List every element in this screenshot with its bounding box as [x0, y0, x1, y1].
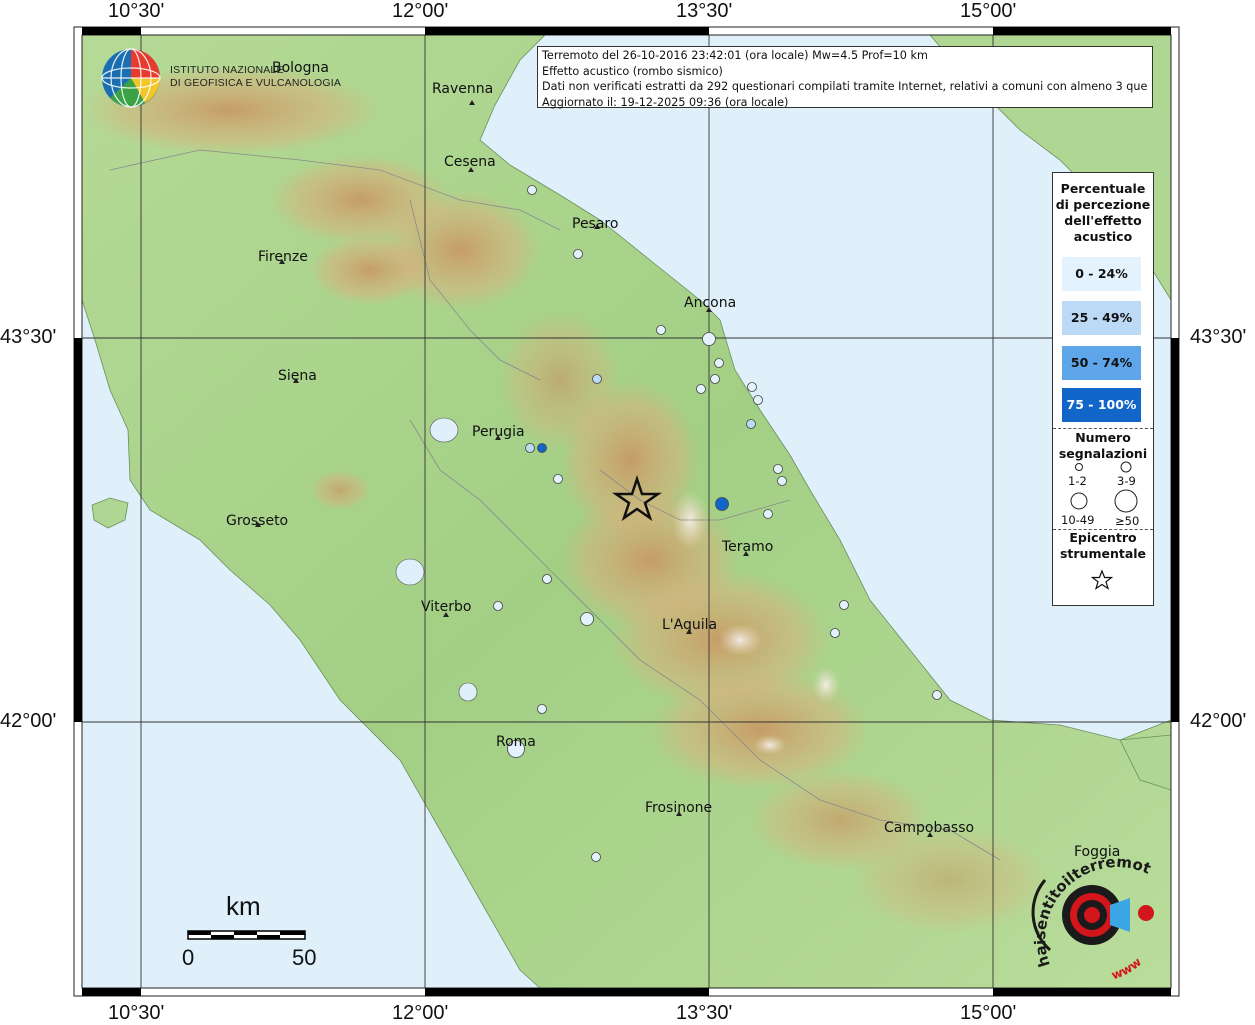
top-lon-label-2: 12°00'	[392, 0, 449, 22]
bottom-lon-label-2: 12°00'	[392, 1002, 449, 1024]
observation-point	[537, 704, 547, 714]
scale-unit-label: km	[226, 891, 261, 921]
city-label-roma: Roma	[496, 734, 536, 750]
city-label-siena: Siena	[278, 368, 317, 384]
legend-class-25-49: 25 - 49%	[1062, 301, 1141, 335]
top-lon-label-4: 15°00'	[960, 0, 1017, 22]
observation-point	[591, 852, 601, 862]
svg-text:haisentitoilterremoto.it: haisentitoilterremoto.it	[1020, 855, 1154, 969]
legend-size-circle-xlarge	[1114, 489, 1138, 513]
legend-title-line4: acustico	[1073, 229, 1133, 244]
lake-trasimeno	[429, 417, 459, 443]
legend-title-line3: dell'effetto	[1064, 213, 1142, 228]
scale-bar	[187, 930, 306, 940]
observation-point	[714, 358, 724, 368]
observation-point	[746, 419, 756, 429]
observation-point	[493, 601, 503, 611]
observation-point	[777, 476, 787, 486]
legend-epicenter-title-line2: strumentale	[1059, 546, 1147, 561]
legend-count-label-1: 1-2	[1068, 474, 1087, 488]
observation-point	[656, 325, 666, 335]
bottom-lon-label-3: 13°30'	[676, 1002, 733, 1024]
ingv-logo-icon	[101, 48, 161, 108]
city-label-ravenna: Ravenna	[432, 81, 494, 97]
observation-point	[830, 628, 840, 638]
watermark-site-name: haisentitoilterremoto.it	[1020, 855, 1154, 969]
legend-class-75-100: 75 - 100%	[1062, 388, 1141, 422]
observation-point	[573, 249, 583, 259]
observation-point	[710, 374, 720, 384]
observation-point	[542, 574, 552, 584]
event-info-line4: Aggiornato il: 19-12-2025 09:36 (ora loc…	[542, 95, 789, 109]
observation-point	[773, 464, 783, 474]
observation-point	[696, 384, 706, 394]
observation-point	[525, 443, 535, 453]
observation-point	[537, 443, 547, 453]
observation-point	[702, 332, 716, 346]
city-label-cesena: Cesena	[444, 154, 496, 170]
observation-point	[753, 395, 763, 405]
observation-point	[527, 185, 537, 195]
city-label-firenze: Firenze	[258, 249, 308, 265]
left-lat-label-2: 42°00'	[0, 710, 57, 732]
legend-class-50-74: 50 - 74%	[1062, 346, 1141, 380]
event-info-line3: Dati non verificati estratti da 292 ques…	[542, 80, 1148, 94]
institute-name-line2: DI GEOFISICA E VULCANOLOGIA	[170, 77, 342, 89]
observation-point	[553, 474, 563, 484]
city-label-ancona: Ancona	[684, 295, 737, 311]
top-lon-label-1: 10°30'	[108, 0, 165, 22]
bottom-lon-label-4: 15°00'	[960, 1002, 1017, 1024]
observation-point	[839, 600, 849, 610]
legend-count-label-4: ≥50	[1115, 514, 1140, 528]
city-label-viterbo: Viterbo	[421, 599, 472, 615]
right-lat-label-2: 42°00'	[1190, 710, 1247, 732]
legend-count-label-3: 10-49	[1061, 513, 1095, 527]
city-label-grosseto: Grosseto	[226, 513, 289, 529]
legend-count-title-line1: Numero	[1075, 430, 1131, 445]
legend-size-circle-large	[1070, 492, 1088, 510]
watermark-text: haisentitoilterremoto.it www.	[1020, 855, 1154, 982]
legend-epicenter-title-line1: Epicentro	[1069, 530, 1137, 545]
legend-count-label-2: 3-9	[1117, 474, 1136, 488]
institute-name: ISTITUTO NAZIONALE DI GEOFISICA E VULCAN…	[170, 64, 341, 90]
legend-class-0-24: 0 - 24%	[1062, 257, 1141, 291]
bottom-lon-label-1: 10°30'	[108, 1002, 165, 1024]
observation-point	[580, 612, 594, 626]
city-label-campobasso: Campobasso	[884, 820, 975, 836]
observation-point	[747, 382, 757, 392]
city-label-frosinone: Frosinone	[645, 800, 713, 816]
event-info-line1: Terremoto del 26-10-2016 23:42:01 (ora l…	[542, 49, 928, 62]
city-label-laquila: L'Aquila	[662, 617, 718, 633]
right-lat-label-1: 43°30'	[1190, 326, 1247, 348]
observation-point	[715, 497, 729, 511]
city-label-teramo: Teramo	[722, 539, 774, 555]
legend-epicenter-star-icon	[1091, 569, 1113, 590]
legend-size-circle-medium	[1120, 461, 1132, 473]
legend-title-line2: di percezione	[1055, 197, 1151, 212]
observation-point	[592, 374, 602, 384]
institute-name-line1: ISTITUTO NAZIONALE	[170, 64, 284, 76]
scale-min-label: 0	[182, 945, 195, 970]
observation-point	[763, 509, 773, 519]
lake-bolsena	[395, 558, 425, 586]
lake-bracciano	[458, 682, 478, 702]
city-label-pesaro: Pesaro	[572, 216, 619, 232]
legend-title-line1: Percentuale	[1060, 181, 1146, 196]
left-lat-label-1: 43°30'	[0, 326, 57, 348]
event-info-box: Terremoto del 26-10-2016 23:42:01 (ora l…	[537, 46, 1153, 109]
top-lon-label-3: 13°30'	[676, 0, 733, 22]
legend-panel: Percentuale di percezione dell'effetto a…	[1052, 172, 1154, 606]
event-info-line2: Effetto acustico (rombo sismico)	[542, 64, 723, 78]
legend-size-circles	[1070, 461, 1138, 513]
observation-point	[932, 690, 942, 700]
legend-size-circle-small	[1075, 463, 1083, 471]
city-label-perugia: Perugia	[472, 424, 525, 440]
scale-max-label: 50	[292, 945, 317, 970]
legend-divider	[1053, 428, 1153, 429]
